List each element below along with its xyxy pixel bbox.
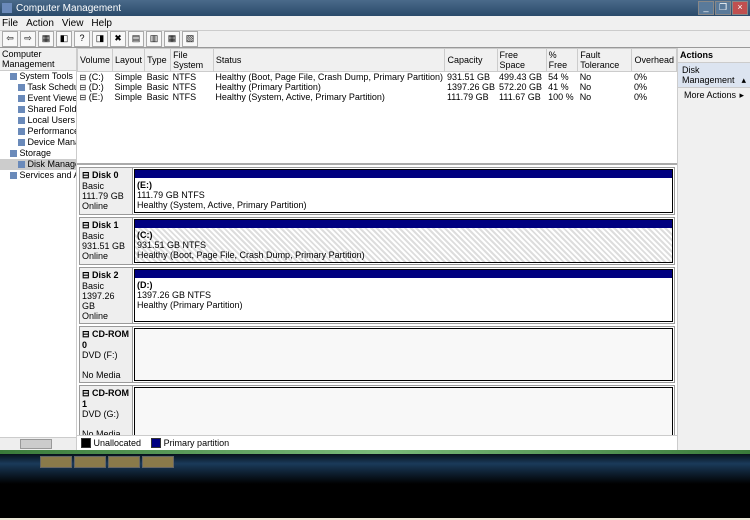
column-header[interactable]: Status [213, 49, 445, 72]
legend-primary-swatch [151, 438, 161, 448]
tree-item[interactable]: Event Viewer [0, 93, 76, 104]
tree-item[interactable]: Performance [0, 126, 76, 137]
menu-help[interactable]: Help [91, 18, 112, 29]
taskbar-button[interactable] [108, 456, 140, 468]
volume-box[interactable] [134, 387, 673, 435]
app-icon [2, 3, 12, 13]
volume-box[interactable] [134, 328, 673, 381]
disk-header[interactable]: ⊟ Disk 1Basic931.51 GBOnline [80, 218, 133, 264]
menu-view[interactable]: View [62, 18, 84, 29]
tree-item[interactable]: Shared Folders [0, 104, 76, 115]
actions-section: Disk Management ▴ [678, 63, 750, 88]
tree-item[interactable]: Device Manager [0, 137, 76, 148]
taskbar-button[interactable] [74, 456, 106, 468]
menubar: File Action View Help [0, 16, 750, 31]
toolbar-button[interactable]: ✖ [110, 31, 126, 47]
disk-header[interactable]: ⊟ CD-ROM 0DVD (F:)No Media [80, 327, 133, 382]
tree-item[interactable]: Storage [0, 148, 76, 159]
column-header[interactable]: Layout [113, 49, 145, 72]
volume-box[interactable]: (E:)111.79 GB NTFSHealthy (System, Activ… [134, 169, 673, 213]
disk-header[interactable]: ⊟ Disk 0Basic111.79 GBOnline [80, 168, 133, 214]
volume-box[interactable]: (D:)1397.26 GB NTFSHealthy (Primary Part… [134, 269, 673, 322]
disk-row: ⊟ Disk 2Basic1397.26 GBOnline(D:)1397.26… [79, 267, 675, 324]
taskbar-button[interactable] [40, 456, 72, 468]
volume-grid: VolumeLayoutTypeFile SystemStatusCapacit… [77, 48, 677, 163]
column-header[interactable]: Free Space [497, 49, 546, 72]
column-header[interactable]: Type [145, 49, 171, 72]
taskbar-button[interactable] [142, 456, 174, 468]
tree-root[interactable]: Computer Management [0, 48, 76, 71]
forward-button[interactable]: ⇨ [20, 31, 36, 47]
disk-header[interactable]: ⊟ Disk 2Basic1397.26 GBOnline [80, 268, 133, 323]
toolbar-button[interactable]: ▥ [146, 31, 162, 47]
column-header[interactable]: Capacity [445, 49, 497, 72]
column-header[interactable]: File System [171, 49, 214, 72]
disk-row: ⊟ CD-ROM 1DVD (G:)No Media [79, 385, 675, 435]
disk-row: ⊟ CD-ROM 0DVD (F:)No Media [79, 326, 675, 383]
scrollbar-thumb[interactable] [20, 439, 52, 449]
tree-item[interactable]: System Tools [0, 71, 76, 82]
toolbar-button[interactable]: ▧ [182, 31, 198, 47]
tree-item[interactable]: Services and Applicati [0, 170, 76, 181]
toolbar-button[interactable]: ▤ [128, 31, 144, 47]
minimize-button[interactable]: _ [698, 1, 714, 15]
toolbar-button[interactable]: ▦ [38, 31, 54, 47]
titlebar: Computer Management _ ❐ × [0, 0, 750, 16]
nav-tree: Computer Management System Tools Task Sc… [0, 48, 77, 450]
tree-item[interactable]: Task Scheduler [0, 82, 76, 93]
taskbar [0, 450, 750, 518]
disk-row: ⊟ Disk 0Basic111.79 GBOnline(E:)111.79 G… [79, 167, 675, 215]
disk-panel: ⊟ Disk 0Basic111.79 GBOnline(E:)111.79 G… [77, 163, 677, 435]
column-header[interactable]: % Free [546, 49, 578, 72]
disk-row: ⊟ Disk 1Basic931.51 GBOnline(C:)931.51 G… [79, 217, 675, 265]
disk-header[interactable]: ⊟ CD-ROM 1DVD (G:)No Media [80, 386, 133, 435]
toolbar-button[interactable]: ? [74, 31, 90, 47]
menu-file[interactable]: File [2, 18, 18, 29]
toolbar-button[interactable]: ◧ [56, 31, 72, 47]
table-row[interactable]: ⊟ (D:)SimpleBasicNTFSHealthy (Primary Pa… [78, 82, 677, 92]
toolbar-button[interactable]: ◨ [92, 31, 108, 47]
back-button[interactable]: ⇦ [2, 31, 18, 47]
actions-pane: Actions Disk Management ▴ More Actions▸ [678, 48, 750, 450]
column-header[interactable]: Fault Tolerance [578, 49, 632, 72]
volume-box[interactable]: (C:)931.51 GB NTFSHealthy (Boot, Page Fi… [134, 219, 673, 263]
tree-item[interactable]: Local Users and Gro [0, 115, 76, 126]
window-title: Computer Management [16, 3, 121, 14]
legend: Unallocated Primary partition [77, 435, 677, 450]
toolbar: ⇦ ⇨ ▦ ◧ ? ◨ ✖ ▤ ▥ ▦ ▧ [0, 31, 750, 48]
legend-unallocated-swatch [81, 438, 91, 448]
table-row[interactable]: ⊟ (E:)SimpleBasicNTFSHealthy (System, Ac… [78, 92, 677, 102]
toolbar-button[interactable]: ▦ [164, 31, 180, 47]
menu-action[interactable]: Action [26, 18, 54, 29]
column-header[interactable]: Volume [78, 49, 113, 72]
column-header[interactable]: Overhead [632, 49, 677, 72]
tree-item[interactable]: Disk Management [0, 159, 76, 170]
tree-scrollbar[interactable] [0, 437, 76, 450]
actions-header: Actions [678, 48, 750, 63]
maximize-button[interactable]: ❐ [715, 1, 731, 15]
close-button[interactable]: × [732, 1, 748, 15]
more-actions[interactable]: More Actions▸ [678, 88, 750, 103]
table-row[interactable]: ⊟ (C:)SimpleBasicNTFSHealthy (Boot, Page… [78, 72, 677, 83]
